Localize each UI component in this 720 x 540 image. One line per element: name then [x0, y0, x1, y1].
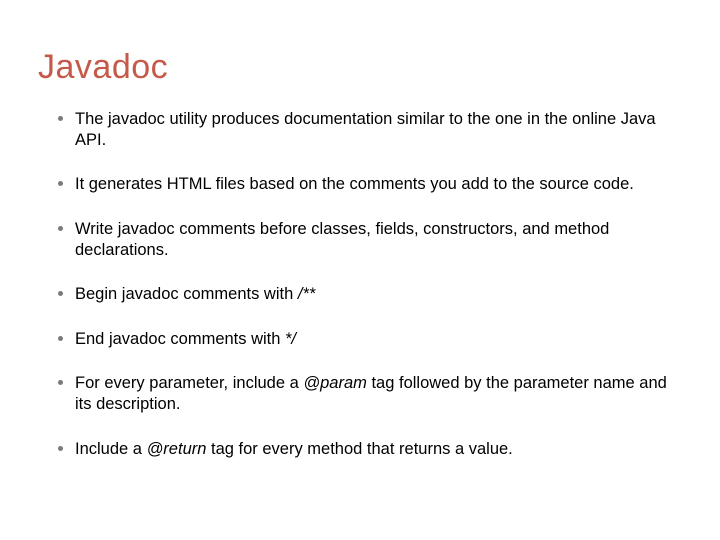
text-segment: Begin javadoc comments with	[75, 285, 298, 303]
bullet-text: Begin javadoc comments with /**	[75, 284, 682, 305]
bullet-text: End javadoc comments with */	[75, 329, 682, 350]
bullet-text: It generates HTML files based on the com…	[75, 174, 682, 195]
bullet-text: The javadoc utility produces documentati…	[75, 109, 682, 150]
bullet-icon	[58, 380, 63, 385]
text-italic: @return	[147, 440, 207, 458]
bullet-icon	[58, 446, 63, 451]
list-item: It generates HTML files based on the com…	[58, 174, 682, 195]
bullet-icon	[58, 226, 63, 231]
text-segment: The javadoc utility produces documentati…	[75, 110, 656, 149]
bullet-icon	[58, 291, 63, 296]
text-segment: Include a	[75, 440, 147, 458]
text-segment: For every parameter, include a	[75, 374, 303, 392]
list-item: Include a @return tag for every method t…	[58, 439, 682, 460]
text-italic: */	[285, 330, 296, 348]
slide-title: Javadoc	[0, 0, 720, 87]
text-italic: @param	[303, 374, 367, 392]
list-item: Write javadoc comments before classes, f…	[58, 219, 682, 260]
slide-body: The javadoc utility produces documentati…	[0, 87, 720, 459]
text-segment: tag for every method that returns a valu…	[206, 440, 512, 458]
text-segment: End javadoc comments with	[75, 330, 285, 348]
list-item: Begin javadoc comments with /**	[58, 284, 682, 305]
slide: Javadoc The javadoc utility produces doc…	[0, 0, 720, 540]
bullet-icon	[58, 116, 63, 121]
bullet-text: For every parameter, include a @param ta…	[75, 373, 682, 414]
text-segment: Write javadoc comments before classes, f…	[75, 220, 609, 259]
text-segment: It generates HTML files based on the com…	[75, 175, 634, 193]
list-item: For every parameter, include a @param ta…	[58, 373, 682, 414]
text-italic: /**	[298, 285, 315, 303]
bullet-text: Include a @return tag for every method t…	[75, 439, 682, 460]
bullet-icon	[58, 181, 63, 186]
bullet-text: Write javadoc comments before classes, f…	[75, 219, 682, 260]
list-item: The javadoc utility produces documentati…	[58, 109, 682, 150]
list-item: End javadoc comments with */	[58, 329, 682, 350]
bullet-icon	[58, 336, 63, 341]
